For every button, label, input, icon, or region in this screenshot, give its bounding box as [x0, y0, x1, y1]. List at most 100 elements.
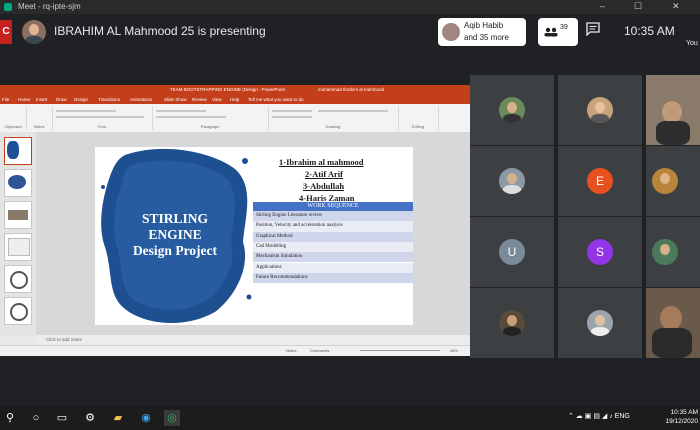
participants-chip[interactable]: Aqib Habib and 35 more — [438, 18, 526, 46]
participant-name: Aqib Habib — [464, 21, 504, 30]
close-window-button[interactable]: ✕ — [672, 1, 680, 12]
ppt-tab[interactable]: Transitions — [98, 97, 120, 102]
ppt-statusbar: Notes Comments 48% — [0, 345, 470, 356]
ribbon-group-font[interactable]: Font — [52, 106, 153, 130]
ribbon-group-slides[interactable]: Slides — [26, 106, 53, 130]
team-member: 1-Ibrahim al mahmood — [279, 157, 364, 167]
meet-topbar: C IBRAHIM AL Mahmood 25 is presenting Aq… — [0, 14, 700, 50]
ppt-tab[interactable]: View — [212, 97, 222, 102]
taskbar-time[interactable]: 10:35 AM — [664, 409, 698, 416]
participant-tile[interactable]: E — [558, 146, 642, 216]
slide-canvas: STIRLING ENGINE Design Project 1-Ibrahim… — [95, 147, 413, 325]
slide-thumbnail-pane — [0, 132, 36, 337]
settings-icon[interactable]: ⚙ — [82, 410, 98, 426]
notes-pane[interactable]: Click to add notes — [36, 335, 470, 345]
work-sequence-row: Stirling Engine Literature review — [253, 211, 413, 222]
work-sequence-row: Graphical Method — [253, 231, 413, 242]
slide-thumbnail[interactable] — [4, 297, 32, 325]
work-sequence-row: Cad Modelling — [253, 241, 413, 253]
ribbon-group-drawing[interactable]: Drawing — [268, 106, 399, 130]
ppt-tell-me[interactable]: Tell me what you want to do — [248, 97, 304, 102]
edge-icon[interactable]: ◉ — [138, 410, 154, 426]
browser-tab-title[interactable]: Meet - rq-ipte-sjm — [18, 2, 81, 11]
ppt-tab[interactable]: Home — [18, 97, 30, 102]
ppt-window-title: TEAM BOOTSTRAPPING ENGINE (Design - Powe… — [170, 87, 285, 92]
participant-video-tile[interactable] — [646, 288, 700, 358]
ppt-tab[interactable]: Slide Show — [164, 97, 187, 102]
ppt-tab[interactable]: Animations — [130, 97, 152, 102]
maximize-button[interactable]: ☐ — [634, 1, 642, 12]
participant-tile[interactable] — [470, 75, 554, 145]
presenting-banner: IBRAHIM AL Mahmood 25 is presenting — [54, 24, 266, 38]
participant-tile[interactable]: U — [470, 217, 554, 287]
ribbon-group-paragraph[interactable]: Paragraph — [152, 106, 269, 130]
chrome-icon[interactable]: ◎ — [164, 410, 180, 426]
participant-avatar — [652, 168, 678, 194]
slide-title-line: STIRLING — [141, 211, 209, 226]
taskbar-date[interactable]: 19/12/2020 — [664, 418, 698, 425]
ppt-titlebar: TEAM BOOTSTRAPPING ENGINE (Design - Powe… — [0, 85, 470, 95]
ppt-tab[interactable]: Design — [74, 97, 88, 102]
participant-grid: E U S — [470, 75, 700, 360]
chat-icon — [586, 22, 600, 37]
system-tray[interactable]: ⌃ ☁ ▣ ▤ ◢ ♪ ENG — [568, 412, 630, 420]
zoom-level[interactable]: 48% — [450, 348, 458, 353]
work-sequence-row: Position, Velocity and acceleration anal… — [253, 221, 413, 232]
ribbon-group-editing[interactable]: Editing — [398, 106, 439, 130]
meet-favicon-icon — [4, 3, 12, 11]
ppt-tab[interactable]: Help — [230, 97, 239, 102]
participant-avatar — [442, 23, 460, 41]
participant-tile[interactable] — [646, 217, 700, 287]
ppt-tab[interactable]: Insert — [36, 97, 47, 102]
people-icon — [544, 27, 558, 37]
slide-thumbnail[interactable] — [4, 201, 32, 229]
ppt-ribbon: Clipboard Slides Font Paragraph Drawing … — [0, 104, 470, 133]
you-label: You — [686, 40, 698, 47]
cortana-icon[interactable]: ○ — [28, 410, 44, 426]
participant-tile[interactable] — [470, 288, 554, 358]
slide-thumbnail[interactable] — [4, 169, 32, 197]
comments-toggle[interactable]: Comments — [310, 348, 329, 353]
work-sequence-header: WORK SEQUENCE — [253, 202, 413, 211]
ribbon-group-clipboard[interactable]: Clipboard — [0, 106, 27, 130]
participant-avatar — [587, 310, 613, 336]
participant-avatar — [499, 97, 525, 123]
people-button[interactable]: 39 — [538, 18, 578, 46]
minimize-button[interactable]: – — [600, 1, 605, 11]
browser-titlebar: Meet - rq-ipte-sjm – ☐ ✕ — [0, 0, 700, 14]
participant-tile[interactable] — [558, 288, 642, 358]
participant-avatar — [499, 310, 525, 336]
notes-toggle[interactable]: Notes — [286, 348, 296, 353]
file-explorer-icon[interactable]: ▰ — [110, 410, 126, 426]
slide-thumbnail[interactable] — [4, 137, 32, 165]
ppt-tab[interactable]: Review — [192, 97, 207, 102]
search-icon[interactable]: ⚲ — [2, 410, 18, 426]
task-view-icon[interactable]: ▭ — [54, 410, 70, 426]
slide-thumbnail[interactable] — [4, 233, 32, 261]
participant-initial-avatar: E — [587, 168, 613, 194]
participant-more: and 35 more — [464, 33, 509, 42]
work-sequence-row: Applications — [253, 262, 413, 273]
language-indicator[interactable]: ENG — [615, 413, 630, 420]
slide-title-line: ENGINE — [148, 227, 202, 242]
chat-button[interactable] — [586, 22, 600, 40]
zoom-slider[interactable] — [360, 350, 440, 351]
people-count: 39 — [560, 24, 568, 31]
participant-tile[interactable] — [558, 75, 642, 145]
participant-initial-avatar: U — [499, 239, 525, 265]
notes-placeholder: Click to add notes — [46, 337, 82, 342]
participant-video-tile[interactable] — [646, 75, 700, 145]
ppt-ribbon-tabs: File Home Insert Draw Design Transitions… — [0, 95, 470, 104]
participant-avatar — [587, 97, 613, 123]
work-sequence-row: Mechanism Simulation — [253, 252, 413, 263]
participant-avatar — [499, 168, 525, 194]
ppt-tab[interactable]: Draw — [56, 97, 67, 102]
ppt-tab[interactable]: File — [2, 97, 9, 102]
participant-tile[interactable]: S — [558, 217, 642, 287]
team-member: 2-Atif Arif — [305, 169, 344, 179]
participant-avatar — [652, 239, 678, 265]
ppt-user: mohammad Ibrahim al mahmood — [318, 87, 385, 92]
slide-thumbnail[interactable] — [4, 265, 32, 293]
participant-tile[interactable] — [646, 146, 700, 216]
participant-tile[interactable] — [470, 146, 554, 216]
